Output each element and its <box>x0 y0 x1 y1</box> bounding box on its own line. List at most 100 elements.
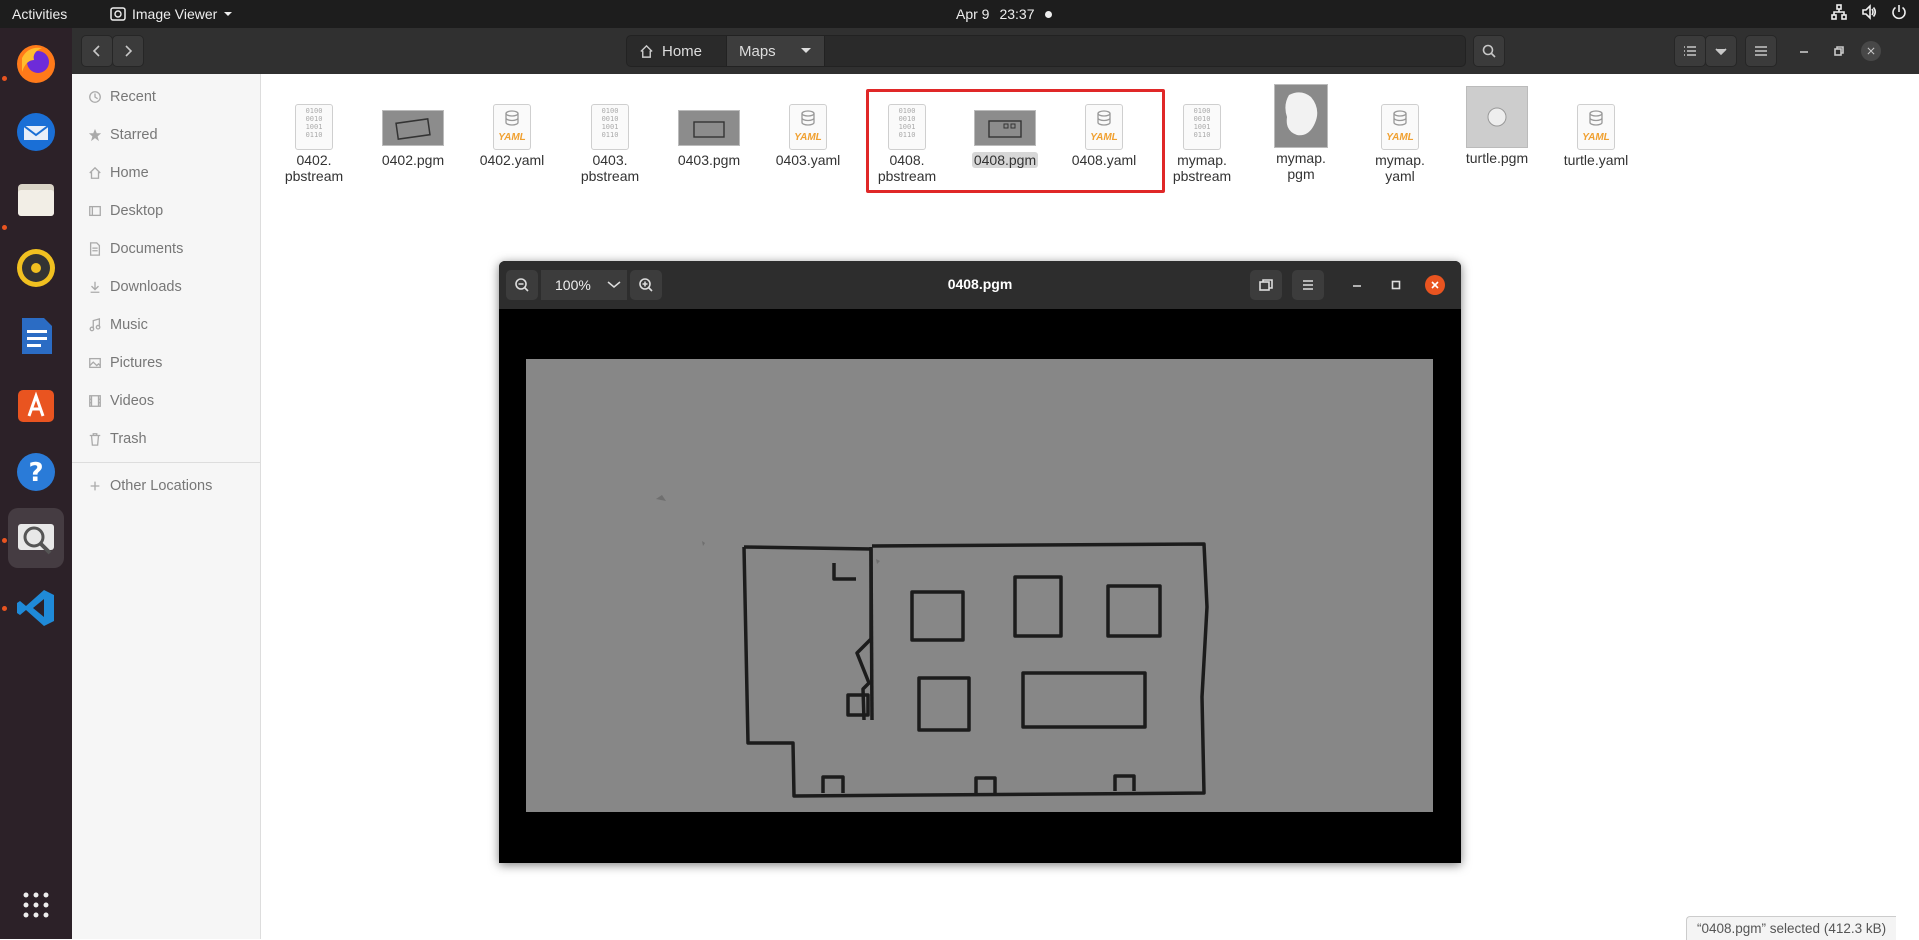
sidebar-item-desktop[interactable]: Desktop <box>88 199 163 223</box>
file-item[interactable]: 0403.pgm <box>663 92 755 168</box>
viewer-header-bar: 100% 0408.pgm <box>499 261 1461 309</box>
pictures-icon <box>89 357 101 369</box>
path-home-button[interactable]: Home <box>627 36 714 66</box>
yaml-file-icon: YAML <box>1550 92 1642 150</box>
menu-button[interactable] <box>1745 35 1777 67</box>
binary-glyph: 0100 0010 1001 0110 <box>1183 104 1221 150</box>
sidebar-item-home[interactable]: Home <box>88 161 149 185</box>
download-icon <box>90 281 100 293</box>
viewer-minimize-button[interactable] <box>1347 275 1367 295</box>
star-icon <box>88 128 102 142</box>
viewer-maximize-button[interactable] <box>1386 275 1406 295</box>
files-icon[interactable] <box>8 172 64 228</box>
help-icon[interactable]: ? <box>8 444 64 500</box>
yaml-badge: YAML <box>498 132 526 143</box>
file-name-line2: pbstream <box>284 168 344 184</box>
system-tray[interactable] <box>1831 4 1907 20</box>
viewer-menu-button[interactable] <box>1292 270 1324 300</box>
sidebar-item-downloads[interactable]: Downloads <box>88 275 182 299</box>
file-name-line1: turtle.yaml <box>1563 152 1629 168</box>
hamburger-icon <box>1303 280 1313 290</box>
app-menu[interactable]: Image Viewer <box>110 6 233 22</box>
database-icon <box>1589 110 1603 126</box>
database-icon <box>1393 110 1407 126</box>
file-name-line1: turtle.pgm <box>1465 150 1529 166</box>
vscode-icon[interactable] <box>8 580 64 636</box>
file-name-line2: yaml <box>1385 168 1415 184</box>
thunderbird-icon[interactable] <box>8 104 64 160</box>
top-bar: Activities Image Viewer Apr 9 23:37 <box>0 0 1919 28</box>
back-button[interactable] <box>81 35 113 67</box>
trash-icon <box>89 433 101 446</box>
music-icon <box>89 318 101 332</box>
file-name: mymap. pbstream <box>1171 152 1233 184</box>
chevron-down-icon <box>800 48 811 53</box>
running-indicator <box>2 538 7 543</box>
file-item[interactable]: YAML 0402.yaml <box>466 92 558 168</box>
search-icon <box>1482 44 1496 58</box>
plus-icon <box>90 481 100 491</box>
file-item[interactable]: mymap. pgm <box>1255 82 1347 182</box>
file-item[interactable]: 0100 0010 1001 0110 mymap. pbstream <box>1156 92 1248 184</box>
sidebar-item-documents[interactable]: Documents <box>88 237 183 261</box>
file-item[interactable]: 0402.pgm <box>367 92 459 168</box>
selection-status: “0408.pgm” selected (412.3 kB) <box>1686 916 1897 940</box>
file-name: 0402.yaml <box>478 152 547 168</box>
clock-time: 23:37 <box>999 6 1035 22</box>
sidebar-item-pictures[interactable]: Pictures <box>88 351 162 375</box>
documents-icon <box>89 242 101 256</box>
file-item[interactable]: 0100 0010 1001 0110 0403. pbstream <box>564 92 656 184</box>
clock-icon <box>89 91 101 103</box>
path-home-label: Home <box>662 42 703 60</box>
image-viewer-small-icon <box>110 7 126 21</box>
map-thumbnail-icon <box>367 92 459 150</box>
activities-button[interactable]: Activities <box>12 6 67 22</box>
show-apps-icon[interactable] <box>8 877 64 933</box>
writer-icon[interactable] <box>8 308 64 364</box>
view-list-button[interactable] <box>1674 35 1706 67</box>
sidebar-item-trash[interactable]: Trash <box>88 427 147 451</box>
map-thumbnail-icon <box>663 92 755 150</box>
gallery-button[interactable] <box>1250 270 1282 300</box>
sidebar-item-recent[interactable]: Recent <box>88 85 156 109</box>
sidebar-item-label: Music <box>110 317 148 333</box>
viewer-close-button[interactable] <box>1425 275 1445 295</box>
file-name: turtle.pgm <box>1464 150 1530 166</box>
file-name-line1: mymap. <box>1276 150 1326 166</box>
file-name: 0402.pgm <box>380 152 446 168</box>
firefox-icon[interactable] <box>8 36 64 92</box>
forward-button[interactable] <box>112 35 144 67</box>
sidebar-item-starred[interactable]: Starred <box>88 123 158 147</box>
sidebar-item-label: Home <box>110 165 149 181</box>
image-viewer-icon[interactable] <box>8 508 64 568</box>
search-button[interactable] <box>1473 35 1505 67</box>
path-bar: Home Maps <box>626 35 1466 67</box>
highlight-annotation-box <box>866 89 1165 193</box>
app-center-icon[interactable] <box>8 376 64 432</box>
sidebar-item-other-locations[interactable]: Other Locations <box>88 474 212 498</box>
file-name-line1: 0403. <box>592 152 628 168</box>
sidebar-item-videos[interactable]: Videos <box>88 389 154 413</box>
file-name-line2: pbstream <box>580 168 640 184</box>
file-item[interactable]: YAML mymap. yaml <box>1354 92 1446 184</box>
minimize-icon <box>1353 285 1361 287</box>
minimize-button[interactable] <box>1790 35 1818 67</box>
view-options-button[interactable] <box>1705 35 1737 67</box>
sidebar-item-label: Other Locations <box>110 478 213 494</box>
rhythmbox-icon[interactable] <box>8 240 64 296</box>
network-icon <box>1831 4 1847 20</box>
sidebar-item-label: Downloads <box>110 279 182 295</box>
file-item[interactable]: YAML 0403.yaml <box>762 92 854 168</box>
close-button[interactable] <box>1861 41 1881 61</box>
map-image <box>526 359 1433 812</box>
clock[interactable]: Apr 9 23:37 <box>956 6 1052 22</box>
file-name: mymap. yaml <box>1373 152 1427 184</box>
running-indicator <box>2 225 7 230</box>
path-maps-button[interactable]: Maps <box>726 36 825 66</box>
file-item[interactable]: YAML turtle.yaml <box>1550 92 1642 168</box>
sidebar-item-music[interactable]: Music <box>88 313 148 337</box>
file-item[interactable]: 0100 0010 1001 0110 0402. pbstream <box>268 92 360 184</box>
yaml-badge: YAML <box>1582 132 1610 143</box>
restore-button[interactable] <box>1824 35 1852 67</box>
file-item[interactable]: turtle.pgm <box>1451 82 1543 166</box>
